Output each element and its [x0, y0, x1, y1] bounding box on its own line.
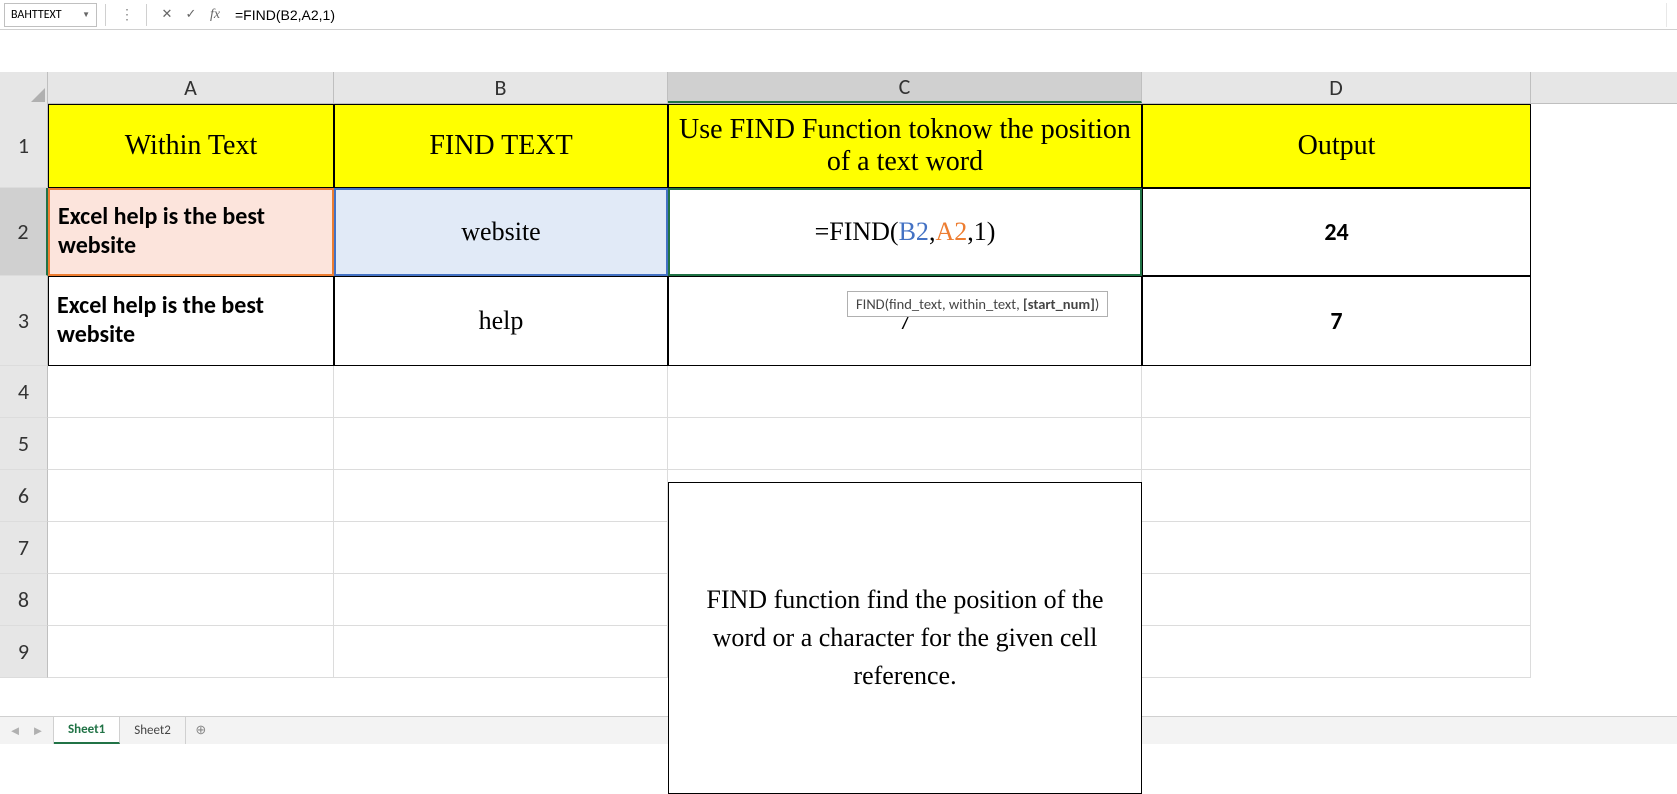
- cell-c5[interactable]: [668, 418, 1142, 470]
- name-box[interactable]: BAHTTEXT ▼: [4, 3, 97, 27]
- cell-b2[interactable]: website: [334, 188, 668, 276]
- cell-b3[interactable]: help: [334, 276, 668, 366]
- tab-sheet2[interactable]: Sheet2: [120, 717, 186, 744]
- cell-b4[interactable]: [334, 366, 668, 418]
- tab-nav-arrows[interactable]: ◄ ►: [0, 717, 54, 744]
- chevron-down-icon[interactable]: ▼: [82, 10, 90, 20]
- description-text-box[interactable]: FIND function find the position of the w…: [668, 482, 1142, 794]
- cell-c2-editing[interactable]: =FIND(B2,A2,1): [668, 188, 1142, 276]
- cell-c3[interactable]: 7: [668, 276, 1142, 366]
- row-header-5[interactable]: 5: [0, 418, 48, 470]
- cell-d2[interactable]: 24: [1142, 188, 1531, 276]
- enter-icon[interactable]: ✓: [179, 4, 203, 26]
- col-header-c[interactable]: C: [668, 72, 1142, 103]
- table-row: 4: [0, 366, 1677, 418]
- col-header-b[interactable]: B: [334, 72, 668, 103]
- row-header-1[interactable]: 1: [0, 104, 48, 188]
- row-header-3[interactable]: 3: [0, 276, 48, 366]
- formula-bar: BAHTTEXT ▼ ⋮ ✕ ✓ fx: [0, 0, 1677, 30]
- cell-d9[interactable]: [1142, 626, 1531, 678]
- cell-a9[interactable]: [48, 626, 334, 678]
- cell-a2[interactable]: Excel help is the best website: [48, 188, 334, 276]
- row-header-4[interactable]: 4: [0, 366, 48, 418]
- col-header-a[interactable]: A: [48, 72, 334, 103]
- data-rows: 1 Within Text FIND TEXT Use FIND Functio…: [0, 104, 1677, 678]
- cell-b6[interactable]: [334, 470, 668, 522]
- cell-d6[interactable]: [1142, 470, 1531, 522]
- cell-c4[interactable]: [668, 366, 1142, 418]
- formula-text: =FIND(B2,A2,1): [815, 217, 996, 247]
- more-icon[interactable]: ⋮: [114, 4, 138, 26]
- cell-a5[interactable]: [48, 418, 334, 470]
- row-header-9[interactable]: 9: [0, 626, 48, 678]
- cell-d4[interactable]: [1142, 366, 1531, 418]
- row-header-6[interactable]: 6: [0, 470, 48, 522]
- cell-b9[interactable]: [334, 626, 668, 678]
- cell-d1[interactable]: Output: [1142, 104, 1531, 188]
- chevron-right-icon: ►: [32, 723, 45, 739]
- divider: [105, 4, 106, 26]
- table-row: 3 Excel help is the best website help 7 …: [0, 276, 1677, 366]
- gap: [0, 30, 1677, 72]
- table-row: 1 Within Text FIND TEXT Use FIND Functio…: [0, 104, 1677, 188]
- row-header-7[interactable]: 7: [0, 522, 48, 574]
- cell-a3[interactable]: Excel help is the best website: [48, 276, 334, 366]
- cell-b1[interactable]: FIND TEXT: [334, 104, 668, 188]
- row-header-2[interactable]: 2: [0, 188, 48, 276]
- select-all-triangle[interactable]: [0, 72, 48, 104]
- cell-a6[interactable]: [48, 470, 334, 522]
- table-row: 2 Excel help is the best website website…: [0, 188, 1677, 276]
- cell-b8[interactable]: [334, 574, 668, 626]
- cancel-icon[interactable]: ✕: [155, 4, 179, 26]
- cell-b7[interactable]: [334, 522, 668, 574]
- name-box-value: BAHTTEXT: [11, 8, 62, 22]
- table-row: 5: [0, 418, 1677, 470]
- tab-sheet1[interactable]: Sheet1: [54, 717, 120, 744]
- column-header-row: A B C D: [0, 72, 1677, 104]
- cell-b5[interactable]: [334, 418, 668, 470]
- divider: [146, 4, 147, 26]
- add-sheet-button[interactable]: ⊕: [186, 717, 216, 744]
- formula-input[interactable]: [227, 3, 1667, 27]
- cell-d8[interactable]: [1142, 574, 1531, 626]
- spreadsheet-grid: A B C D 1 Within Text FIND TEXT Use FIND…: [0, 72, 1677, 678]
- chevron-left-icon: ◄: [9, 723, 22, 739]
- col-header-d[interactable]: D: [1142, 72, 1531, 103]
- cell-c1[interactable]: Use FIND Function toknow the position of…: [668, 104, 1142, 188]
- cell-d3[interactable]: 7: [1142, 276, 1531, 366]
- cell-a4[interactable]: [48, 366, 334, 418]
- function-tooltip: FIND(find_text, within_text, [start_num]…: [847, 291, 1108, 317]
- cell-d7[interactable]: [1142, 522, 1531, 574]
- cell-a8[interactable]: [48, 574, 334, 626]
- cell-a1[interactable]: Within Text: [48, 104, 334, 188]
- cell-d5[interactable]: [1142, 418, 1531, 470]
- fx-icon[interactable]: fx: [203, 4, 227, 26]
- cell-a7[interactable]: [48, 522, 334, 574]
- row-header-8[interactable]: 8: [0, 574, 48, 626]
